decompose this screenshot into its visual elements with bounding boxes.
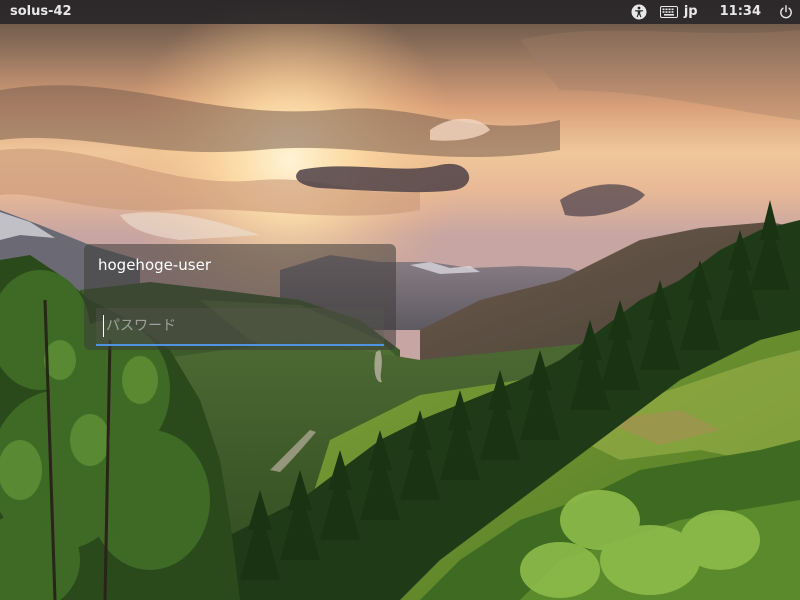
username-label: hogehoge-user [98,256,211,274]
input-language-indicator[interactable]: jp [684,4,698,20]
system-tray: jp 11:34 [628,0,800,24]
accessibility-icon[interactable] [628,0,650,24]
hostname-label: solus-42 [10,4,72,19]
password-input[interactable] [96,308,384,344]
login-dialog: hogehoge-user [84,244,396,350]
power-icon[interactable] [777,0,795,24]
clock-label: 11:34 [719,4,761,19]
top-panel: solus-42 jp 11:34 [0,0,800,24]
lock-screen: solus-42 jp 11:34 hogehoge-user [0,0,800,600]
password-field-container[interactable] [96,308,384,346]
keyboard-icon[interactable] [659,0,679,24]
text-caret [103,315,104,337]
